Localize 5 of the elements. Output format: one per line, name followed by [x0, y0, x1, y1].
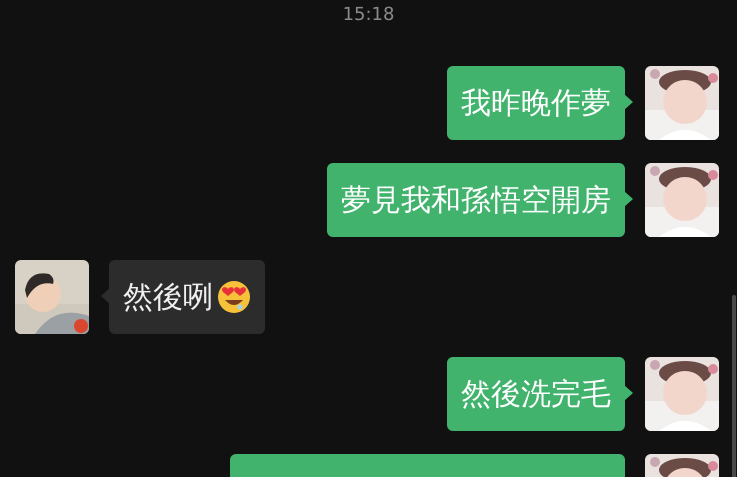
timestamp: 15:18 — [342, 4, 394, 26]
message-text: 然後洗完毛 — [461, 376, 611, 414]
message-text: 然後咧 — [123, 278, 213, 316]
message-text: 我昨晚作夢 — [461, 84, 611, 122]
message-text: 夢見我和孫悟空開房 — [341, 182, 611, 220]
